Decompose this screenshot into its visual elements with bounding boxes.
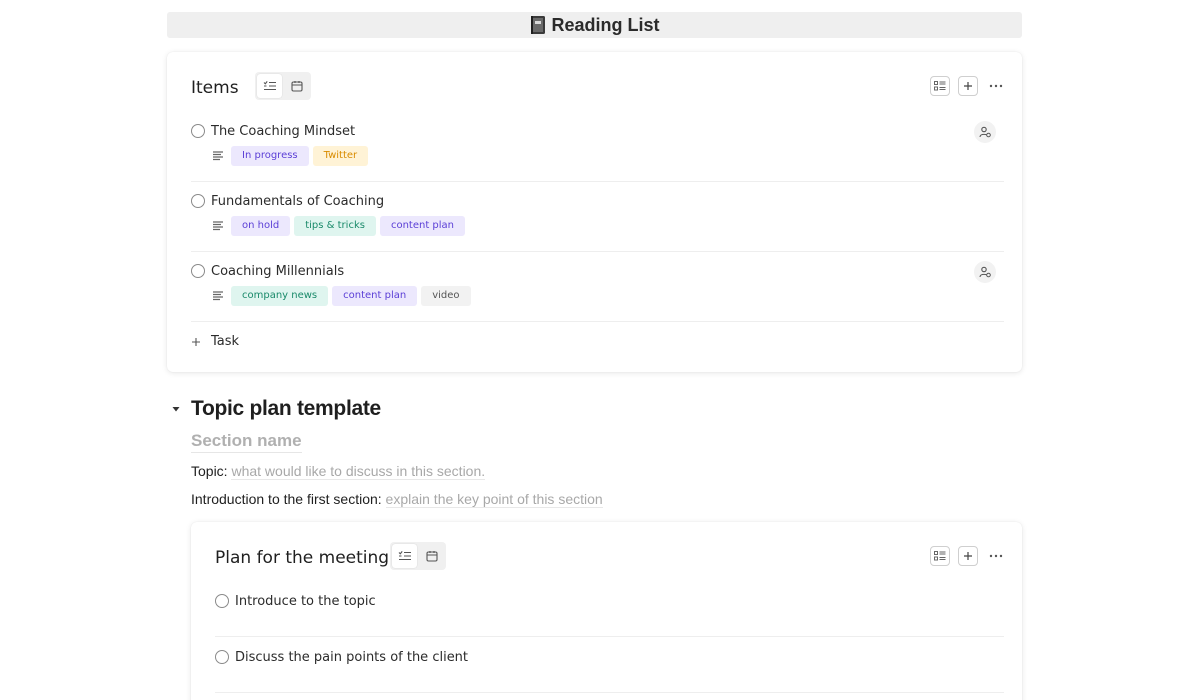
intro-label: Introduction to the first section: — [191, 491, 382, 507]
assign-user-icon — [979, 126, 991, 138]
topic-label: Topic: — [191, 463, 228, 479]
add-task-button[interactable]: Task — [191, 334, 239, 349]
board-view-button[interactable] — [930, 546, 950, 566]
list-view-button[interactable] — [257, 74, 282, 98]
task-tag[interactable]: In progress — [231, 146, 309, 166]
task-row: Introduce to the topic — [215, 588, 1004, 637]
grid-list-icon — [934, 551, 946, 561]
board-view-button[interactable] — [930, 76, 950, 96]
meeting-board: Plan for the meeting Introduce to the to… — [191, 522, 1022, 700]
items-board-header: Items — [167, 52, 1022, 112]
task-tag[interactable]: tips & tricks — [294, 216, 376, 236]
task-row: Coaching Millennials company news conten… — [191, 258, 1004, 322]
topic-line: Topic: what would like to discuss in thi… — [191, 463, 486, 480]
add-task-label: Task — [211, 334, 240, 349]
task-meta: In progress Twitter — [211, 146, 369, 166]
more-options-button[interactable] — [986, 76, 1006, 96]
more-options-button[interactable] — [986, 546, 1006, 566]
task-row: Fundamentals of Coaching on hold tips & … — [191, 188, 1004, 252]
task-name[interactable]: The Coaching Mindset — [211, 124, 355, 139]
calendar-icon — [290, 81, 303, 92]
task-name[interactable]: Fundamentals of Coaching — [211, 194, 384, 209]
description-icon — [213, 291, 223, 301]
task-tag[interactable]: video — [421, 286, 471, 306]
task-name[interactable]: Coaching Millennials — [211, 264, 344, 279]
task-checkbox[interactable] — [215, 594, 229, 608]
book-icon — [531, 16, 546, 34]
page-title: Reading List — [551, 14, 660, 35]
caret-down-icon[interactable] — [171, 404, 181, 414]
list-view-button[interactable] — [392, 544, 417, 568]
task-tag[interactable]: Twitter — [312, 146, 369, 166]
topic-section-header[interactable]: Topic plan template — [171, 397, 381, 421]
section-title: Topic plan template — [191, 397, 381, 420]
task-tag[interactable]: content plan — [379, 216, 466, 236]
task-tag[interactable]: content plan — [332, 286, 418, 306]
plus-icon — [964, 82, 972, 90]
task-row: Discuss the pain points of the client — [215, 644, 1004, 693]
assign-user-button[interactable] — [974, 261, 996, 283]
meeting-board-title: Plan for the meeting — [215, 548, 390, 568]
task-checkbox[interactable] — [215, 650, 229, 664]
list-view-icon — [263, 81, 276, 91]
task-tag[interactable]: on hold — [231, 216, 291, 236]
task-checkbox[interactable] — [191, 194, 205, 208]
view-switch — [390, 542, 446, 570]
plus-icon — [192, 337, 200, 346]
task-name[interactable]: Introduce to the topic — [235, 594, 376, 609]
description-icon — [213, 151, 223, 161]
items-board: Items The Coaching Mindset In progress T… — [167, 52, 1022, 372]
items-board-title: Items — [191, 78, 239, 98]
meeting-board-tools — [930, 546, 1006, 566]
task-name[interactable]: Discuss the pain points of the client — [235, 650, 468, 665]
assign-user-icon — [979, 266, 991, 278]
task-checkbox[interactable] — [191, 264, 205, 278]
task-checkbox[interactable] — [191, 124, 205, 138]
page-title-bar: Reading List — [167, 12, 1022, 38]
task-meta: on hold tips & tricks content plan — [211, 216, 466, 236]
calendar-icon — [425, 551, 438, 562]
more-horizontal-icon — [989, 554, 1003, 558]
assign-user-button[interactable] — [974, 121, 996, 143]
intro-placeholder[interactable]: explain the key point of this section — [385, 491, 603, 508]
topic-placeholder[interactable]: what would like to discuss in this secti… — [231, 463, 486, 480]
calendar-view-button[interactable] — [284, 74, 309, 98]
list-view-icon — [398, 551, 411, 561]
meeting-board-header: Plan for the meeting — [191, 522, 1022, 582]
description-icon — [213, 221, 223, 231]
intro-line: Introduction to the first section: expla… — [191, 491, 603, 508]
view-switch — [255, 72, 311, 100]
task-tag[interactable]: company news — [231, 286, 329, 306]
more-horizontal-icon — [989, 84, 1003, 88]
task-row: The Coaching Mindset In progress Twitter — [191, 118, 1004, 182]
section-name-placeholder[interactable]: Section name — [191, 431, 302, 453]
add-item-button[interactable] — [958, 76, 978, 96]
add-item-button[interactable] — [958, 546, 978, 566]
calendar-view-button[interactable] — [419, 544, 444, 568]
plus-icon — [964, 552, 972, 560]
items-board-tools — [930, 76, 1006, 96]
grid-list-icon — [934, 81, 946, 91]
task-meta: company news content plan video — [211, 286, 471, 306]
